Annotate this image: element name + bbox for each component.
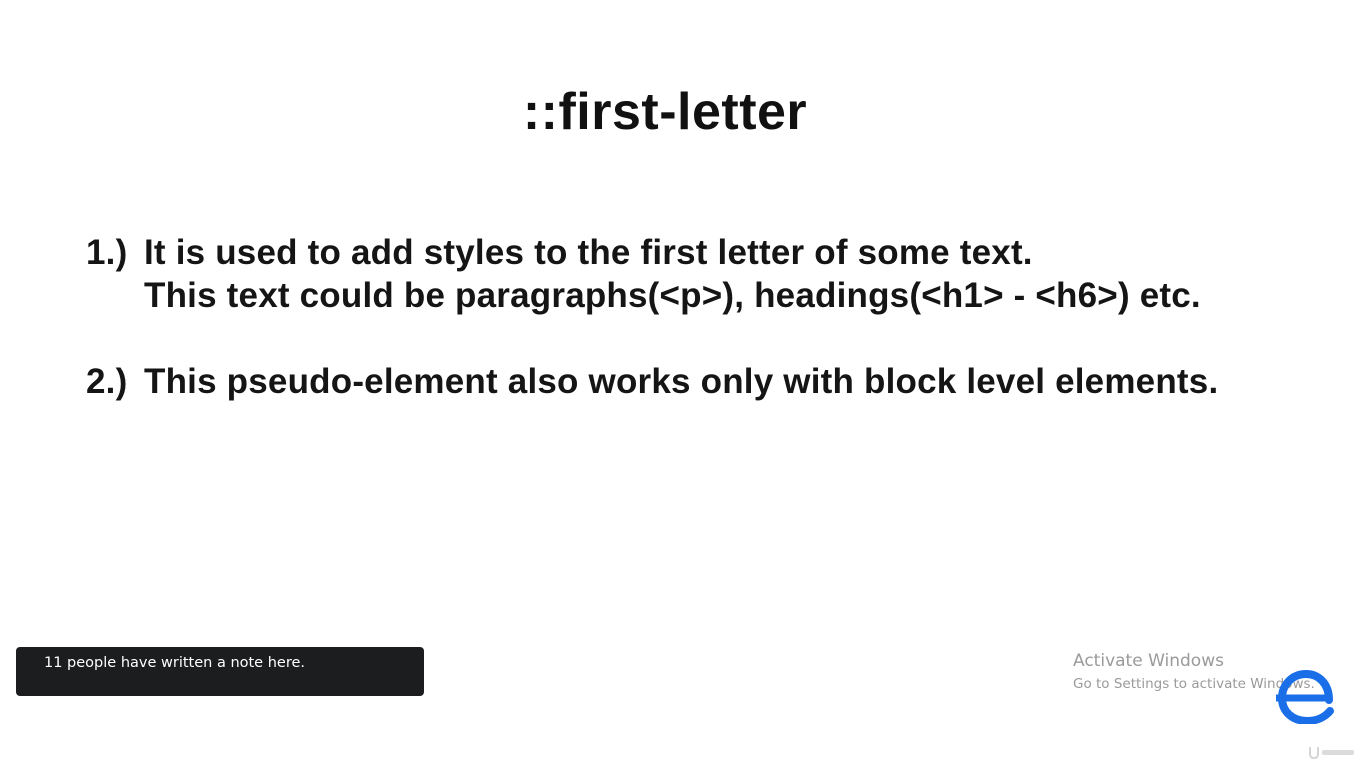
activate-windows-title: Activate Windows [1073, 651, 1224, 671]
notes-toast-text: 11 people have written a note here. [44, 655, 305, 671]
slide-point-2: 2.) This pseudo-element also works only w… [86, 362, 1218, 402]
video-player-frame[interactable]: ::first-letter 1.) It is used to add styl… [0, 0, 1366, 768]
edge-style-e-logo-icon [1276, 670, 1334, 724]
udemy-watermark-icon [1309, 747, 1354, 760]
notes-toast[interactable]: 11 people have written a note here. [16, 647, 424, 696]
point-number: 1.) [86, 233, 128, 272]
slide-title: ::first-letter [522, 83, 808, 141]
slide-point-1: 1.) It is used to add styles to the first… [86, 233, 1033, 273]
point-text: It is used to add styles to the first le… [144, 233, 1033, 272]
point-number: 2.) [86, 362, 128, 401]
point-text: This pseudo-element also works only with… [144, 362, 1219, 401]
slide-point-1-continuation: This text could be paragraphs(<p>), head… [144, 276, 1201, 315]
